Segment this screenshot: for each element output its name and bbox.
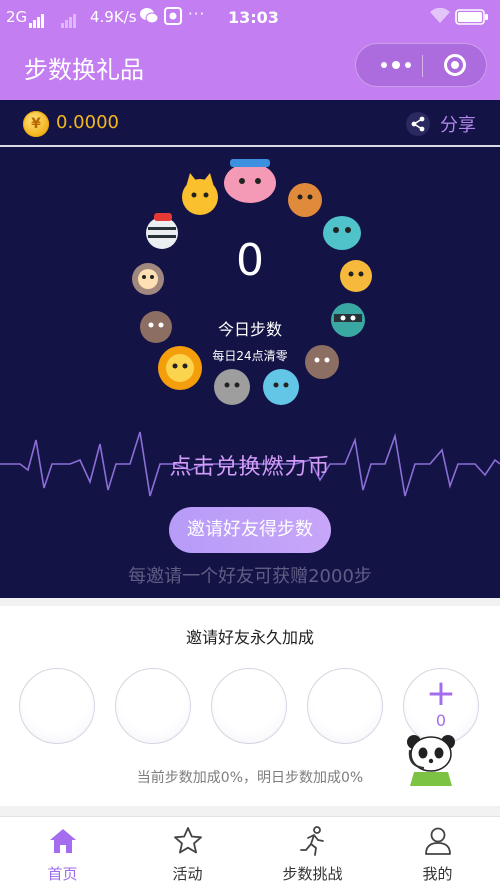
rabbit-icon bbox=[263, 369, 299, 405]
share-button[interactable]: 分享 bbox=[440, 111, 476, 137]
cat-icon bbox=[182, 173, 218, 215]
more-menu-button[interactable] bbox=[372, 44, 420, 86]
battery-icon bbox=[455, 9, 489, 29]
signal-icon bbox=[29, 10, 45, 28]
tab-home[interactable]: 首页 bbox=[0, 817, 125, 890]
star-icon bbox=[174, 827, 202, 854]
invited-count: 0 bbox=[435, 711, 447, 730]
step-count: 0 bbox=[236, 235, 264, 286]
tab-label: 活动 bbox=[172, 865, 203, 883]
squirrel-icon bbox=[288, 183, 322, 217]
wifi-icon bbox=[429, 7, 451, 28]
section-divider bbox=[0, 598, 500, 606]
gallery-icon bbox=[164, 7, 182, 29]
network-speed: 4.9K/s bbox=[90, 8, 137, 26]
tab-challenge[interactable]: 步数挑战 bbox=[250, 817, 375, 890]
tab-label: 我的 bbox=[422, 865, 453, 883]
friend-slot-4[interactable] bbox=[307, 668, 383, 744]
friend-slot-1[interactable] bbox=[19, 668, 95, 744]
miniprogram-capsule bbox=[355, 43, 487, 87]
koala-icon bbox=[214, 369, 250, 405]
friend-slot-3[interactable] bbox=[211, 668, 287, 744]
network-type: 2G bbox=[6, 8, 28, 26]
signal-2-icon bbox=[61, 10, 77, 28]
tab-label: 首页 bbox=[47, 865, 78, 883]
invite-friends-button[interactable]: 邀请好友得步数 bbox=[169, 507, 331, 553]
status-bar: 2G 4.9K/s ··· 13:03 bbox=[0, 0, 500, 34]
more-notifications: ··· bbox=[188, 5, 206, 23]
invite-tip: 每邀请一个好友可获赠2000步 bbox=[128, 566, 372, 587]
coin-balance: 0.0000 bbox=[56, 112, 119, 133]
wechat-icon bbox=[139, 7, 159, 29]
close-miniprogram-icon[interactable] bbox=[444, 54, 466, 76]
runner-icon bbox=[300, 826, 324, 856]
capsule-divider bbox=[422, 55, 423, 77]
page-title: 步数换礼品 bbox=[24, 56, 144, 84]
tab-profile[interactable]: 我的 bbox=[375, 817, 500, 890]
user-icon bbox=[425, 827, 451, 855]
divider-line bbox=[0, 145, 500, 147]
tab-activity[interactable]: 活动 bbox=[125, 817, 250, 890]
share-icon[interactable] bbox=[406, 112, 430, 136]
bonus-title: 邀请好友永久加成 bbox=[185, 628, 314, 647]
elephant-icon bbox=[224, 159, 276, 203]
friend-slot-2[interactable] bbox=[115, 668, 191, 744]
step-count-label: 今日步数 bbox=[217, 320, 282, 339]
tab-label: 步数挑战 bbox=[282, 865, 343, 883]
title-bar: 步数换礼品 bbox=[0, 34, 500, 100]
coin-icon: ¥ bbox=[23, 111, 49, 137]
tab-bar: 首页 活动 步数挑战 我的 bbox=[0, 816, 500, 890]
section-divider-2 bbox=[0, 806, 500, 816]
exchange-button[interactable]: 点击兑换燃力币 bbox=[0, 449, 500, 481]
clock: 13:03 bbox=[228, 8, 279, 27]
reset-note: 每日24点清零 bbox=[212, 349, 288, 363]
panda-support-icon[interactable] bbox=[404, 732, 462, 786]
home-icon bbox=[50, 829, 76, 853]
plus-icon: + bbox=[425, 673, 457, 714]
